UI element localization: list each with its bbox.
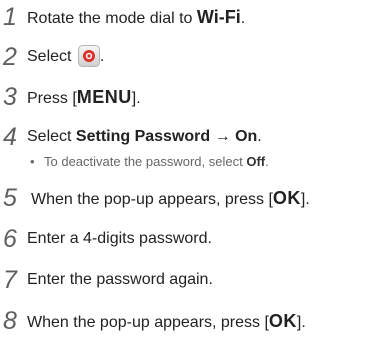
- step-text-pre: Select: [27, 128, 76, 145]
- ok-key-label: OK: [272, 188, 301, 208]
- step-number: 5: [3, 184, 17, 212]
- menu-option: Setting Password: [75, 128, 211, 145]
- step-text-pre: When the pop-up appears, press [: [27, 314, 269, 331]
- step-text-pre: Rotate the mode dial to: [27, 10, 197, 27]
- step-text: Enter a 4-digits password.: [27, 230, 212, 247]
- step-text: When the pop-up appears, press [OK].: [31, 183, 310, 215]
- menu-key-label: MENU: [76, 87, 132, 107]
- note-value: Off: [246, 154, 266, 169]
- step-text: Enter the password again.: [27, 271, 213, 288]
- step-text-pre: When the pop-up appears, press [: [31, 191, 273, 208]
- step-text: Select Setting Password → On.: [27, 122, 262, 152]
- step-number: 6: [3, 225, 17, 253]
- step-text-post: ].: [300, 191, 310, 208]
- step-number: 3: [3, 83, 17, 111]
- note-text-pre: To deactivate the password, select: [44, 154, 247, 169]
- step-number: 2: [3, 43, 17, 71]
- step-number: 7: [3, 266, 17, 294]
- step-text: Press [MENU].: [27, 82, 141, 114]
- step-4-note: • To deactivate the password, select Off.: [30, 152, 269, 172]
- mode-name: Wi-Fi: [196, 7, 241, 27]
- step-number: 8: [3, 307, 17, 335]
- arrow-separator: →: [210, 128, 236, 145]
- ok-key-label: OK: [268, 311, 297, 331]
- step-text-post: .: [257, 128, 262, 145]
- step-text-pre: Select: [27, 48, 76, 65]
- step-number: 4: [3, 123, 17, 151]
- bullet-icon: •: [30, 154, 35, 169]
- step-number: 1: [3, 3, 17, 31]
- step-text-post: ].: [296, 314, 306, 331]
- mobile-link-app-icon: [77, 45, 100, 67]
- step-text: When the pop-up appears, press [OK].: [27, 306, 306, 338]
- menu-value: On: [235, 128, 258, 145]
- step-text-post: .: [99, 48, 105, 65]
- note-text-post: .: [265, 154, 269, 169]
- step-text: Rotate the mode dial to Wi-Fi.: [27, 2, 245, 34]
- step-text-post: .: [240, 10, 246, 27]
- step-text-post: ].: [131, 90, 141, 107]
- step-text: Select .: [27, 42, 104, 72]
- step-text-pre: Press [: [27, 90, 77, 107]
